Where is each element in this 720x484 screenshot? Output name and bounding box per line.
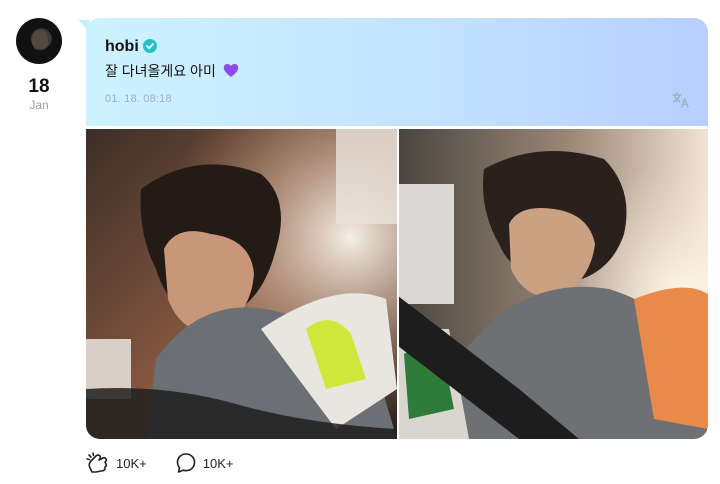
- photo-image-left: [86, 129, 397, 439]
- post-timestamp: 01. 18. 08:18: [105, 93, 172, 105]
- post-body: 잘 다녀올게요 아미: [105, 63, 216, 79]
- purple-heart-icon: [223, 63, 239, 81]
- cheer-button[interactable]: 10K+: [86, 452, 147, 474]
- comment-button[interactable]: 10K+: [175, 452, 234, 474]
- comment-icon: [176, 453, 196, 473]
- author-avatar[interactable]: [16, 18, 62, 64]
- translate-icon[interactable]: [670, 89, 692, 111]
- post-actions: 10K+ 10K+: [86, 452, 233, 474]
- post-date-month: Jan: [29, 98, 49, 112]
- post-card[interactable]: hobi 잘 다녀올게요 아미 01. 18. 08:18: [86, 18, 708, 126]
- post-date-day: 18: [28, 76, 50, 97]
- post-photo-left[interactable]: [86, 129, 397, 439]
- post-text: 잘 다녀올게요 아미: [105, 61, 239, 81]
- verified-badge-icon: [143, 39, 157, 53]
- checkmark-icon: [146, 43, 154, 50]
- post-photo-right[interactable]: [399, 129, 708, 439]
- author-name[interactable]: hobi: [105, 38, 139, 56]
- cheer-count: 10K+: [116, 455, 147, 471]
- cheer-icon: [86, 452, 108, 473]
- comment-count: 10K+: [202, 455, 234, 471]
- photo-image-right: [399, 129, 708, 439]
